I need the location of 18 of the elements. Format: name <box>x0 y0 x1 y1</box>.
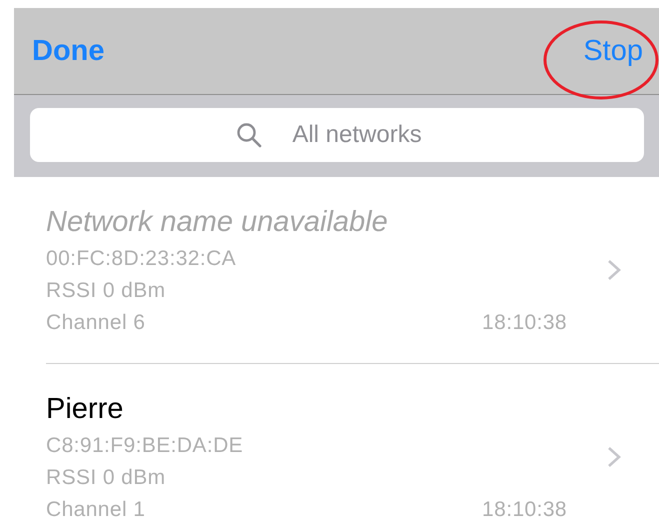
network-name: Pierre <box>46 392 124 427</box>
rssi-text: RSSI 0 dBm <box>46 278 167 304</box>
network-row[interactable]: Network name unavailable 00:FC:8D:23:32:CA RSSI 0 dBm Channel 6 18:10:38 <box>46 177 659 364</box>
stop-button[interactable]: Stop <box>583 34 643 68</box>
done-button[interactable]: Done <box>32 34 104 68</box>
time-text: 18:10:38 <box>482 497 567 519</box>
network-name: Network name unavailable <box>46 205 389 240</box>
bssid-text: 00:FC:8D:23:32:CA <box>46 246 238 272</box>
search-icon <box>236 122 262 148</box>
time-text: 18:10:38 <box>482 310 567 336</box>
chevron-icon <box>607 446 621 468</box>
chevron-icon <box>607 259 621 281</box>
channel-text: Channel 1 <box>46 497 146 519</box>
network-row[interactable]: Pierre C8:91:F9:BE:DA:DE RSSI 0 dBm Channel 1 18:10:38 <box>46 364 659 519</box>
search-field[interactable]: All networks <box>30 108 644 162</box>
channel-text: Channel 6 <box>46 310 146 336</box>
rssi-text: RSSI 0 dBm <box>46 465 167 491</box>
bssid-text: C8:91:F9:BE:DA:DE <box>46 433 244 459</box>
